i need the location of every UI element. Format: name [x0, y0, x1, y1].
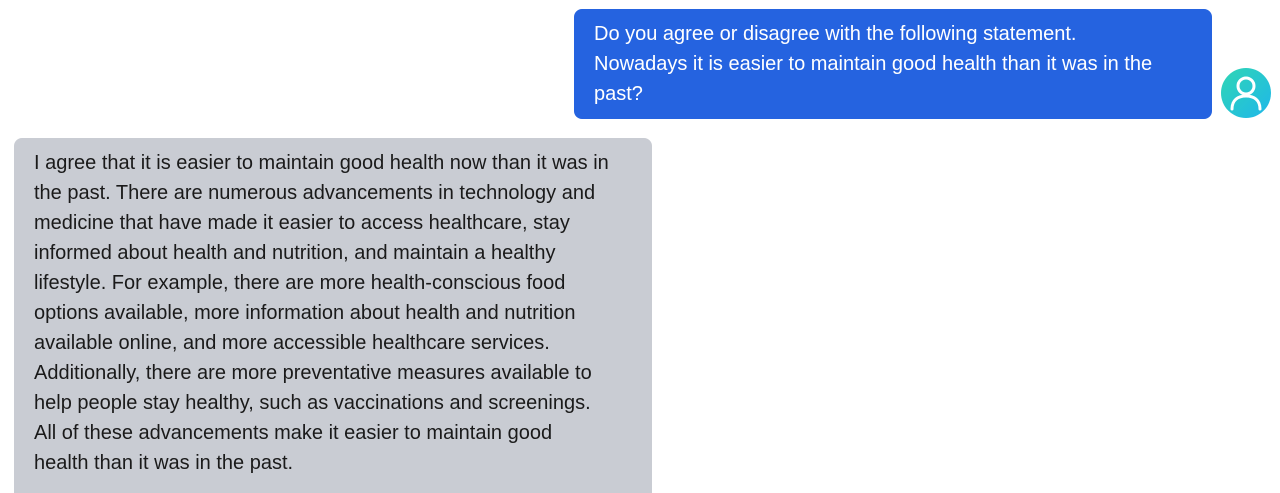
assistant-message-line: health than it was in the past.: [34, 452, 294, 474]
assistant-message-line: help people stay healthy, such as vaccin…: [34, 392, 591, 414]
user-icon: [1230, 76, 1262, 111]
user-avatar: [1221, 68, 1271, 118]
assistant-message-line: lifestyle. For example, there are more h…: [34, 272, 566, 294]
assistant-message-line: the past. There are numerous advancement…: [34, 182, 596, 204]
assistant-message-line: informed about health and nutrition, and…: [34, 242, 556, 264]
assistant-message-line: medicine that have made it easier to acc…: [34, 212, 570, 234]
user-message-row: Do you agree or disagree with the follow…: [574, 9, 1272, 119]
assistant-message-line: I agree that it is easier to maintain go…: [34, 152, 609, 174]
assistant-message-bubble: I agree that it is easier to maintain go…: [14, 138, 652, 493]
user-message-line: Nowadays it is easier to maintain good h…: [594, 53, 1153, 75]
assistant-message-line: All of these advancements make it easier…: [34, 422, 553, 444]
user-message-line: past?: [594, 83, 643, 105]
user-message-bubble: Do you agree or disagree with the follow…: [574, 9, 1212, 119]
assistant-message-line: options available, more information abou…: [34, 302, 576, 324]
assistant-message-line: available online, and more accessible he…: [34, 332, 550, 354]
chat-conversation: Do you agree or disagree with the follow…: [0, 0, 1280, 493]
assistant-message-line: Additionally, there are more preventativ…: [34, 362, 592, 384]
user-message-line: Do you agree or disagree with the follow…: [594, 23, 1077, 45]
